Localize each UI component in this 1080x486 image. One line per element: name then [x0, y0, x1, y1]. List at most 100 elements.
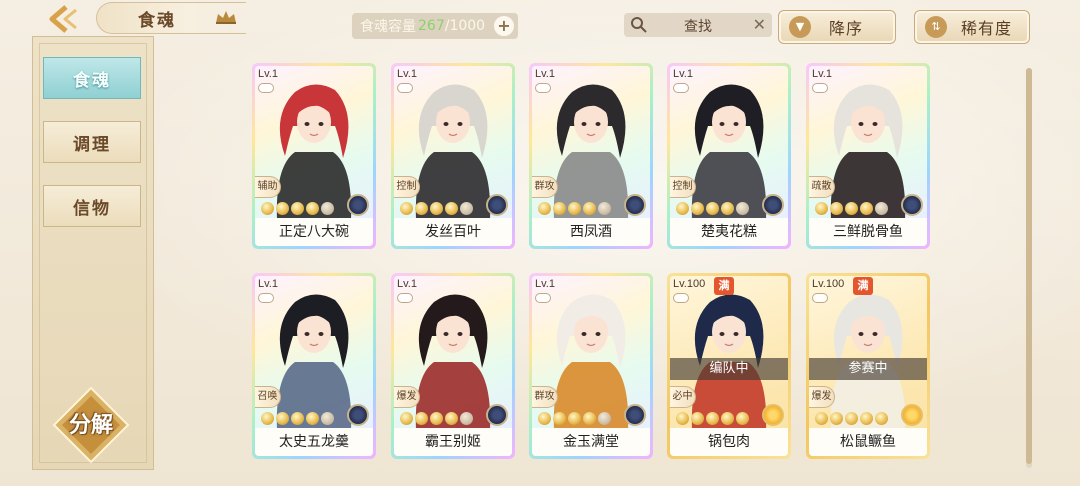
card-name: 楚夷花糕	[670, 218, 788, 246]
food-soul-card[interactable]: Lv.1 召唤 太史五龙羹	[252, 273, 376, 459]
star-icon	[676, 412, 689, 425]
star-icon	[721, 202, 734, 215]
card-body: Lv.100 满 编队中 必中 锅包肉	[670, 276, 788, 456]
lock-toggle-icon[interactable]	[812, 83, 828, 93]
capacity-label: 食魂容量	[360, 19, 416, 35]
rarity-emblem-icon	[901, 194, 923, 216]
decompose-label: 分解	[68, 412, 113, 438]
crown-icon[interactable]	[214, 9, 238, 25]
lock-toggle-icon[interactable]	[535, 83, 551, 93]
food-soul-card[interactable]: Lv.1 控制 楚夷花糕	[667, 63, 791, 249]
card-name: 霸王别姬	[394, 428, 512, 456]
star-icon	[875, 412, 888, 425]
card-name: 三鲜脱骨鱼	[809, 218, 927, 246]
star-icon	[321, 412, 334, 425]
food-soul-card[interactable]: Lv.100 满 编队中 必中 锅包肉	[667, 273, 791, 459]
level-label: Lv.1	[397, 278, 417, 290]
star-icon	[291, 202, 304, 215]
search-label: 查找	[684, 19, 712, 35]
star-icon	[598, 202, 611, 215]
level-label: Lv.1	[673, 68, 693, 80]
star-icon	[445, 412, 458, 425]
star-icon	[553, 202, 566, 215]
star-icon	[691, 202, 704, 215]
star-icon	[568, 412, 581, 425]
star-icon	[261, 412, 274, 425]
star-icon	[460, 202, 473, 215]
star-rating	[400, 202, 473, 215]
role-tag: 控制	[394, 176, 420, 198]
star-rating	[538, 202, 611, 215]
level-label: Lv.1	[258, 68, 278, 80]
food-soul-card[interactable]: Lv.1 群攻 西凤酒	[529, 63, 653, 249]
card-name: 发丝百叶	[394, 218, 512, 246]
star-rating	[538, 412, 611, 425]
star-icon	[568, 202, 581, 215]
page-title: 食魂	[138, 11, 176, 31]
card-name: 正定八大碗	[255, 218, 373, 246]
star-icon	[306, 202, 319, 215]
tab-cooking[interactable]: 调理	[43, 121, 141, 163]
rarity-emblem-icon	[347, 404, 369, 426]
role-tag: 必中	[670, 386, 696, 408]
food-soul-card[interactable]: Lv.1 控制 发丝百叶	[391, 63, 515, 249]
level-label: Lv.1	[397, 68, 417, 80]
rarity-emblem-icon	[347, 194, 369, 216]
back-arrow-icon	[49, 5, 77, 33]
star-icon	[830, 202, 843, 215]
sort-order-button[interactable]: ▼ 降序	[778, 10, 896, 44]
star-icon	[321, 202, 334, 215]
lock-toggle-icon[interactable]	[673, 293, 689, 303]
scrollbar[interactable]	[1026, 68, 1032, 468]
scrollbar-thumb[interactable]	[1026, 68, 1032, 464]
flower-emblem-icon	[901, 404, 923, 426]
star-icon	[400, 412, 413, 425]
food-soul-card[interactable]: Lv.1 群攻 金玉满堂	[529, 273, 653, 459]
food-soul-card[interactable]: Lv.1 辅助 正定八大碗	[252, 63, 376, 249]
food-soul-card[interactable]: Lv.1 疏散 三鲜脱骨鱼	[806, 63, 930, 249]
star-icon	[538, 202, 551, 215]
star-icon	[538, 412, 551, 425]
card-body: Lv.1 控制 楚夷花糕	[670, 66, 788, 246]
rarity-emblem-icon	[624, 404, 646, 426]
star-icon	[598, 412, 611, 425]
card-body: Lv.1 爆发 霸王别姬	[394, 276, 512, 456]
search-input[interactable]: 查找 ✕	[624, 13, 772, 37]
level-label: Lv.100	[812, 278, 845, 290]
role-tag: 辅助	[255, 176, 281, 198]
star-icon	[261, 202, 274, 215]
lock-toggle-icon[interactable]	[258, 293, 274, 303]
flower-emblem-icon	[762, 404, 784, 426]
lock-toggle-icon[interactable]	[397, 293, 413, 303]
star-icon	[875, 202, 888, 215]
lock-toggle-icon[interactable]	[812, 293, 828, 303]
card-body: Lv.100 满 参赛中 爆发 松鼠鳜鱼	[809, 276, 927, 456]
star-icon	[430, 202, 443, 215]
top-bar: 食魂 食魂容量 267 /1000 + 查找 ✕ ▼ 降序 ⇅ 稀有度	[0, 0, 1080, 50]
back-button[interactable]	[40, 2, 92, 36]
level-label: Lv.1	[812, 68, 832, 80]
card-name: 西凤酒	[532, 218, 650, 246]
lock-toggle-icon[interactable]	[535, 293, 551, 303]
role-tag: 召唤	[255, 386, 281, 408]
card-name: 太史五龙羹	[255, 428, 373, 456]
star-icon	[706, 412, 719, 425]
tab-food-soul[interactable]: 食魂	[43, 57, 141, 99]
star-icon	[691, 412, 704, 425]
star-rating	[815, 202, 888, 215]
star-icon	[276, 202, 289, 215]
tab-token[interactable]: 信物	[43, 185, 141, 227]
rarity-filter-button[interactable]: ⇅ 稀有度	[914, 10, 1030, 44]
status-badge: 参赛中	[809, 358, 927, 380]
lock-toggle-icon[interactable]	[258, 83, 274, 93]
role-tag: 爆发	[394, 386, 420, 408]
clear-icon[interactable]: ✕	[753, 15, 766, 34]
lock-toggle-icon[interactable]	[397, 83, 413, 93]
food-soul-card[interactable]: Lv.100 满 参赛中 爆发 松鼠鳜鱼	[806, 273, 930, 459]
capacity-display: 食魂容量 267 /1000 +	[352, 13, 518, 39]
star-rating	[400, 412, 473, 425]
food-soul-card[interactable]: Lv.1 爆发 霸王别姬	[391, 273, 515, 459]
expand-capacity-button[interactable]: +	[494, 16, 514, 36]
lock-toggle-icon[interactable]	[673, 83, 689, 93]
role-tag: 控制	[670, 176, 696, 198]
